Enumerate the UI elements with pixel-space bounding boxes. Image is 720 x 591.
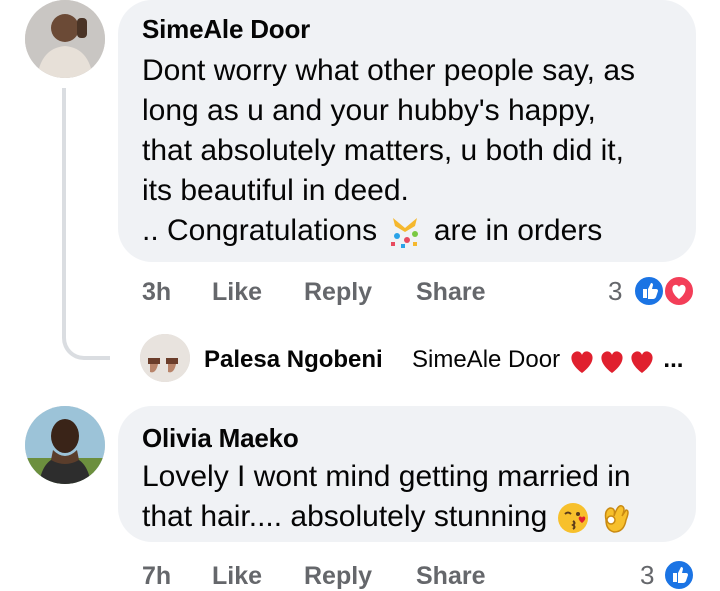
comment-text-line: Dont worry what other people say, as: [142, 54, 636, 87]
reply-text: SimeAle Door ...: [412, 346, 683, 375]
comment-text-line: that hair.... absolutely stunning: [142, 498, 632, 536]
share-button[interactable]: Share: [416, 562, 485, 591]
share-button[interactable]: Share: [416, 278, 485, 307]
comment-text-segment: that hair.... absolutely stunning: [142, 500, 548, 533]
comment-text-segment: .. Congratulations: [142, 214, 378, 247]
heart-emoji-icon: [571, 351, 593, 373]
ok-hand-emoji-icon: [604, 505, 629, 533]
reply-author[interactable]: Palesa Ngobeni: [204, 346, 383, 374]
comment-text-line: that absolutely matters, u both did it,: [142, 134, 624, 167]
comment-timestamp[interactable]: 3h: [142, 278, 171, 307]
love-reaction-icon: [663, 275, 695, 307]
comment-author[interactable]: Olivia Maeko: [142, 423, 299, 454]
like-button[interactable]: Like: [212, 562, 262, 591]
comment-text-segment: are in orders: [433, 214, 603, 247]
reply-ellipsis: ...: [663, 346, 684, 373]
comment-text-line: Lovely I wont mind getting married in: [142, 460, 631, 493]
heart-emoji-icon: [601, 351, 623, 373]
reaction-count[interactable]: 3: [608, 276, 622, 307]
reply-mention[interactable]: SimeAle Door: [412, 346, 560, 373]
reply-button[interactable]: Reply: [304, 278, 372, 307]
comment-timestamp[interactable]: 7h: [142, 562, 171, 591]
party-popper-emoji-icon: [391, 218, 419, 249]
avatar-simeale[interactable]: [25, 0, 105, 78]
avatar-olivia[interactable]: [25, 406, 105, 484]
comment-text-line: .. Congratulations are in orders: [142, 212, 602, 250]
comment-text-line: long as u and your hubby's happy,: [142, 94, 596, 127]
reply-button[interactable]: Reply: [304, 562, 372, 591]
kiss-emoji-icon: [557, 503, 588, 534]
like-reaction-icon: [633, 275, 665, 307]
like-button[interactable]: Like: [212, 278, 262, 307]
like-reaction-icon: [663, 559, 695, 591]
thread-connector-line: [62, 88, 110, 360]
reaction-count[interactable]: 3: [640, 560, 654, 591]
heart-emoji-icon: [631, 351, 653, 373]
avatar-palesa[interactable]: [140, 334, 190, 382]
comment-text-line: its beautiful in deed.: [142, 174, 409, 207]
comment-author[interactable]: SimeAle Door: [142, 14, 310, 45]
